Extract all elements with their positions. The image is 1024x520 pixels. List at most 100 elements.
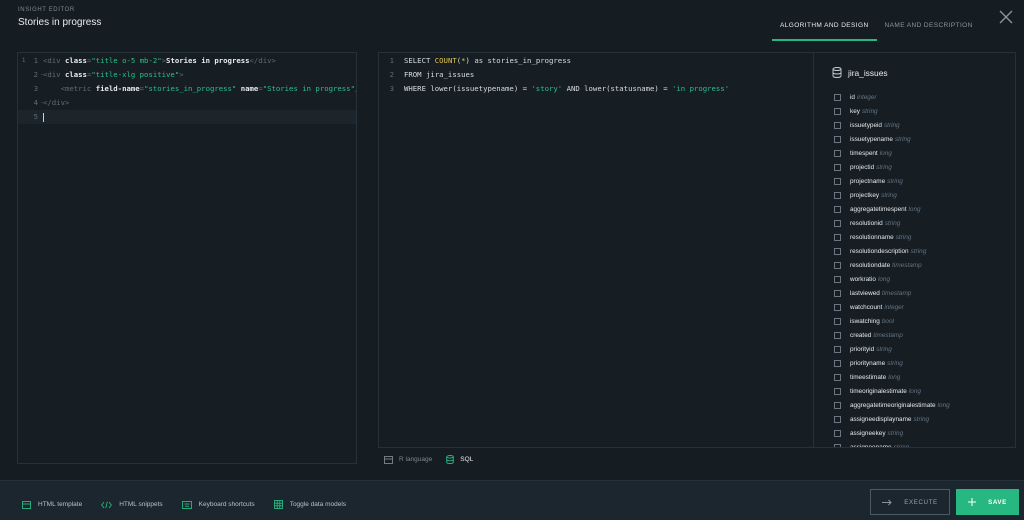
field-type: string: [883, 121, 900, 129]
field-name: aggregatetimespent: [850, 205, 907, 213]
schema-field-row[interactable]: resolutiondescription string: [834, 244, 950, 258]
schema-field-row[interactable]: created timestamp: [834, 328, 950, 342]
field-type: long: [877, 275, 891, 283]
language-option-r[interactable]: R language: [384, 455, 432, 464]
field-type: string: [884, 219, 901, 227]
sql-line: 2 FROM jira_issues: [379, 68, 813, 82]
field-checkbox[interactable]: [834, 415, 841, 423]
schema-field-row[interactable]: aggregatetimespent long: [834, 202, 950, 216]
schema-field-row[interactable]: assigneedisplayname string: [834, 412, 950, 426]
line-number: 3: [389, 84, 394, 93]
field-checkbox[interactable]: [834, 205, 841, 213]
schema-field-row[interactable]: resolutiondate timestamp: [834, 258, 950, 272]
field-checkbox[interactable]: [834, 317, 841, 325]
code-token: class: [64, 70, 87, 79]
field-checkbox[interactable]: [834, 93, 841, 101]
field-checkbox[interactable]: [834, 345, 841, 353]
keyboard-shortcuts-label: Keyboard shortcuts: [198, 501, 255, 508]
field-name: aggregatetimeoriginalestimate: [850, 401, 936, 409]
html-template-editor[interactable]: 1 i <div class="title o-5 mb-2">Stories in…: [17, 52, 357, 464]
schema-field-row[interactable]: resolutionname string: [834, 230, 950, 244]
execute-button[interactable]: EXECUTE: [870, 489, 950, 515]
save-button[interactable]: SAVE: [956, 489, 1019, 515]
field-checkbox[interactable]: [834, 163, 841, 171]
field-checkbox[interactable]: [834, 443, 841, 447]
tab-name-and-description[interactable]: NAME AND DESCRIPTION: [877, 16, 981, 41]
sql-editor[interactable]: 1 SELECT COUNT(*) as stories_in_progress 2…: [379, 53, 813, 447]
field-type: long: [888, 373, 901, 381]
schema-field-row[interactable]: resolutionid string: [834, 216, 950, 230]
schema-field-row[interactable]: iswatching bool: [834, 314, 950, 328]
html-snippets-link[interactable]: HTML snippets: [101, 501, 163, 509]
language-option-sql[interactable]: SQL: [446, 455, 473, 464]
schema-field-row[interactable]: lastviewed timestamp: [834, 286, 950, 300]
field-checkbox[interactable]: [834, 219, 841, 227]
r-language-icon: [384, 455, 393, 464]
save-label: SAVE: [988, 498, 1007, 506]
field-checkbox[interactable]: [834, 303, 841, 311]
field-checkbox[interactable]: [834, 261, 841, 269]
field-checkbox[interactable]: [834, 191, 841, 199]
field-checkbox[interactable]: [834, 373, 841, 381]
code-text: <div class="title-xlg positive">: [43, 68, 184, 82]
grid-icon: [273, 500, 283, 509]
schema-field-row[interactable]: workratio long: [834, 272, 950, 286]
code-token: <div: [43, 56, 65, 65]
schema-field-row[interactable]: assigneekey string: [834, 426, 950, 440]
field-checkbox[interactable]: [834, 121, 841, 129]
line-number: 4: [33, 98, 38, 107]
schema-field-row[interactable]: timeestimate long: [834, 370, 950, 384]
field-name: projectname: [850, 177, 886, 185]
field-checkbox[interactable]: [834, 135, 841, 143]
schema-field-row[interactable]: issuetypeid string: [834, 118, 950, 132]
field-name: priorityid: [850, 345, 875, 353]
field-type: timestamp: [892, 261, 922, 269]
execute-label: EXECUTE: [904, 498, 938, 506]
code-token: WHERE lower(issuetypename) =: [404, 84, 532, 93]
close-icon[interactable]: [998, 9, 1014, 25]
html-template-link[interactable]: HTML template: [22, 500, 82, 509]
keyboard-shortcuts-link[interactable]: Keyboard shortcuts: [181, 500, 255, 509]
schema-field-row[interactable]: timespent long: [834, 146, 950, 160]
code-token: FROM jira_issues: [404, 70, 475, 79]
toggle-data-models-link[interactable]: Toggle data models: [273, 500, 346, 509]
sql-line: 3 WHERE lower(issuetypename) = 'story' AN…: [379, 82, 813, 96]
schema-field-row[interactable]: key string: [834, 104, 950, 118]
code-token: "Stories in progress"/>: [262, 84, 356, 93]
field-checkbox[interactable]: [834, 275, 841, 283]
field-checkbox[interactable]: [834, 107, 841, 115]
field-checkbox[interactable]: [834, 247, 841, 255]
schema-table-title[interactable]: jira_issues: [832, 67, 888, 78]
schema-field-row[interactable]: priorityname string: [834, 356, 950, 370]
html-code-lines: 1 i <div class="title o-5 mb-2">Stories in…: [18, 53, 356, 124]
field-type: string: [894, 135, 911, 143]
field-checkbox[interactable]: [834, 233, 841, 241]
schema-field-row[interactable]: projectkey string: [834, 188, 950, 202]
editor-tabs: ALGORITHM AND DESIGN NAME AND DESCRIPTIO…: [772, 16, 981, 41]
tab-algorithm-and-design[interactable]: ALGORITHM AND DESIGN: [772, 16, 877, 41]
field-checkbox[interactable]: [834, 289, 841, 297]
schema-field-row[interactable]: assigneename string: [834, 440, 950, 447]
code-token: ) as stories_in_progress: [465, 56, 571, 65]
schema-field-row[interactable]: projectname string: [834, 174, 950, 188]
field-checkbox[interactable]: [834, 331, 841, 339]
code-token: 'story': [531, 84, 563, 93]
schema-field-row[interactable]: priorityid string: [834, 342, 950, 356]
schema-field-row[interactable]: timeoriginalestimate long: [834, 384, 950, 398]
field-name: projectid: [850, 163, 875, 171]
schema-field-row[interactable]: issuetypename string: [834, 132, 950, 146]
schema-browser: jira_issues id integer key string issuetypei…: [813, 53, 1016, 447]
schema-field-row[interactable]: projectid string: [834, 160, 950, 174]
field-checkbox[interactable]: [834, 401, 841, 409]
field-checkbox[interactable]: [834, 429, 841, 437]
schema-field-row[interactable]: aggregatetimeoriginalestimate long: [834, 398, 950, 412]
line-number: 2: [389, 70, 394, 79]
field-checkbox[interactable]: [834, 177, 841, 185]
language-option-sql-label: SQL: [460, 456, 474, 463]
field-name: workratio: [850, 275, 876, 283]
field-checkbox[interactable]: [834, 359, 841, 367]
field-checkbox[interactable]: [834, 149, 841, 157]
schema-field-row[interactable]: id integer: [834, 90, 950, 104]
field-checkbox[interactable]: [834, 387, 841, 395]
schema-field-row[interactable]: watchcount integer: [834, 300, 950, 314]
